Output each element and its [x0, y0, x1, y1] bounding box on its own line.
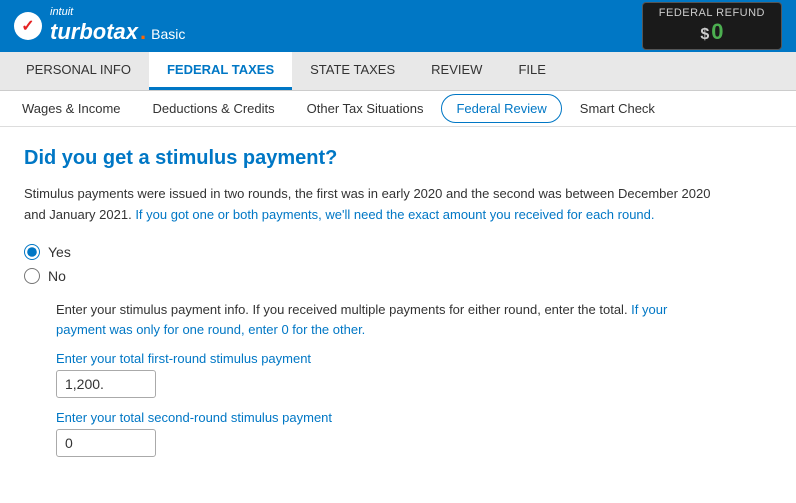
- radio-no-label: No: [48, 268, 66, 284]
- radio-yes-label: Yes: [48, 244, 71, 260]
- subnav-smart-check[interactable]: Smart Check: [566, 91, 669, 126]
- radio-yes-input[interactable]: [24, 244, 40, 260]
- detail-text-normal: Enter your stimulus payment info. If you…: [56, 302, 628, 317]
- tab-state-taxes[interactable]: STATE TAXES: [292, 52, 413, 90]
- turbotax-brand: turbotax: [50, 19, 138, 45]
- first-round-label: Enter your total first-round stimulus pa…: [56, 351, 772, 366]
- radio-no-input[interactable]: [24, 268, 40, 284]
- intro-paragraph: Stimulus payments were issued in two rou…: [24, 184, 724, 226]
- main-nav: PERSONAL INFO FEDERAL TAXES STATE TAXES …: [0, 52, 796, 91]
- radio-yes-option[interactable]: Yes: [24, 244, 772, 260]
- logo-text: intuit turbotax. Basic: [50, 7, 185, 45]
- second-round-input[interactable]: [56, 429, 156, 457]
- second-round-label: Enter your total second-round stimulus p…: [56, 410, 772, 425]
- subnav-deductions-credits[interactable]: Deductions & Credits: [139, 91, 289, 126]
- app-header: ✓ intuit turbotax. Basic Federal Refund …: [0, 0, 796, 52]
- subnav-wages-income[interactable]: Wages & Income: [8, 91, 135, 126]
- refund-currency: $: [700, 26, 709, 43]
- logo-dot-icon: .: [140, 19, 146, 45]
- refund-label: Federal Refund: [659, 7, 765, 19]
- subnav-federal-review[interactable]: Federal Review: [441, 94, 561, 123]
- main-content: Did you get a stimulus payment? Stimulus…: [0, 127, 796, 489]
- stimulus-radio-group: Yes No: [24, 244, 772, 284]
- intro-text-highlight: If you got one or both payments, we'll n…: [132, 207, 655, 222]
- first-round-input[interactable]: [56, 370, 156, 398]
- tab-personal-info[interactable]: PERSONAL INFO: [8, 52, 149, 90]
- detail-paragraph: Enter your stimulus payment info. If you…: [56, 300, 716, 342]
- logo-basic-label: Basic: [151, 26, 185, 42]
- stimulus-detail-section: Enter your stimulus payment info. If you…: [56, 300, 772, 458]
- refund-display: Federal Refund $0: [642, 2, 782, 50]
- sub-nav: Wages & Income Deductions & Credits Othe…: [0, 91, 796, 127]
- tab-file[interactable]: FILE: [500, 52, 563, 90]
- refund-amount: $0: [659, 19, 765, 45]
- page-title: Did you get a stimulus payment?: [24, 147, 772, 170]
- logo-checkmark-icon: ✓: [14, 12, 42, 40]
- tab-review[interactable]: REVIEW: [413, 52, 500, 90]
- radio-no-option[interactable]: No: [24, 268, 772, 284]
- tab-federal-taxes[interactable]: FEDERAL TAXES: [149, 52, 292, 90]
- subnav-other-tax[interactable]: Other Tax Situations: [293, 91, 438, 126]
- logo-area: ✓ intuit turbotax. Basic: [14, 7, 185, 45]
